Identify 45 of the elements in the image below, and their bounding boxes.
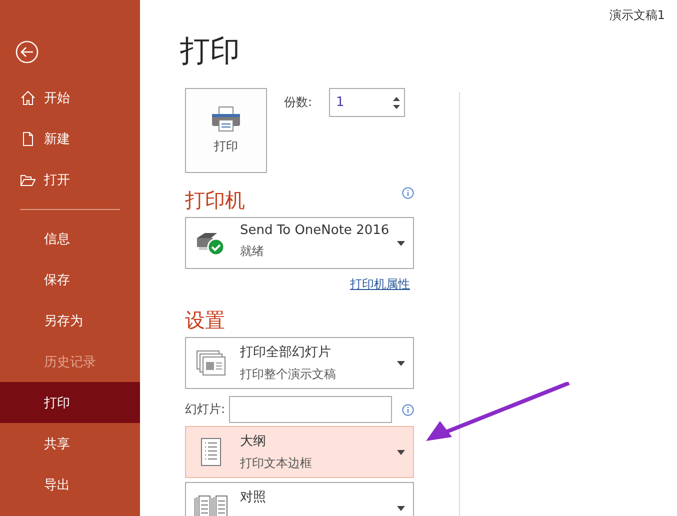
sidebar-item[interactable]: 共享 bbox=[0, 423, 140, 464]
sidebar-item[interactable]: 保存 bbox=[0, 259, 140, 300]
settings-dropdown[interactable]: 对照 bbox=[185, 482, 414, 516]
option-title: 大纲 bbox=[240, 433, 267, 450]
sidebar-item[interactable]: 信息 bbox=[0, 218, 140, 259]
caret-icon bbox=[397, 360, 405, 366]
printer-icon bbox=[211, 106, 241, 132]
sidebar-item[interactable]: 打印 bbox=[0, 382, 140, 423]
slides-label: 幻灯片: bbox=[185, 401, 226, 418]
option-description: 打印文本边框 bbox=[240, 455, 313, 472]
printer-name: Send To OneNote 2016 bbox=[240, 223, 390, 238]
option-description: 打印整个演示文稿 bbox=[240, 366, 337, 383]
outline-page-icon bbox=[201, 438, 221, 466]
slides-icon bbox=[196, 350, 226, 376]
caret-icon bbox=[397, 506, 405, 510]
increment-button[interactable] bbox=[393, 96, 400, 100]
sidebar-item[interactable]: 开始 bbox=[0, 77, 140, 118]
printer-dropdown[interactable]: Send To OneNote 2016 就绪 bbox=[185, 217, 414, 269]
copies-spinner[interactable]: 1 bbox=[329, 88, 406, 117]
page-title: 打印 bbox=[180, 33, 241, 71]
sidebar-item[interactable]: 新建 bbox=[0, 118, 140, 159]
collated-pages-icon bbox=[194, 495, 228, 516]
decrement-button[interactable] bbox=[393, 104, 400, 108]
option-title: 对照 bbox=[240, 489, 267, 506]
copies-label: 份数: bbox=[284, 94, 312, 111]
sidebar-item[interactable]: 导出 bbox=[0, 464, 140, 505]
document-icon bbox=[20, 130, 36, 146]
print-button[interactable]: 打印 bbox=[185, 88, 267, 173]
section-heading: 打印机 bbox=[185, 187, 245, 213]
window-title: 演示文稿1 bbox=[609, 7, 665, 24]
home-icon bbox=[20, 90, 36, 106]
printer-status: 就绪 bbox=[240, 243, 265, 260]
sidebar-item[interactable]: 另存为 bbox=[0, 300, 140, 341]
sidebar-item[interactable]: 打开 bbox=[0, 159, 140, 200]
slides-input-field[interactable] bbox=[229, 396, 392, 423]
option-title: 打印全部幻灯片 bbox=[240, 344, 332, 361]
settings-dropdown[interactable]: 大纲 打印文本边框 bbox=[185, 426, 414, 478]
printer-properties-link[interactable]: 打印机属性 bbox=[350, 276, 410, 293]
settings-dropdown[interactable]: 打印全部幻灯片 打印整个演示文稿 bbox=[185, 337, 414, 389]
info-icon[interactable] bbox=[402, 404, 414, 416]
caret-icon bbox=[397, 450, 405, 454]
back-button[interactable] bbox=[15, 40, 39, 64]
caret-icon bbox=[397, 240, 405, 246]
info-icon[interactable] bbox=[402, 187, 414, 199]
section-heading: 设置 bbox=[185, 307, 226, 333]
